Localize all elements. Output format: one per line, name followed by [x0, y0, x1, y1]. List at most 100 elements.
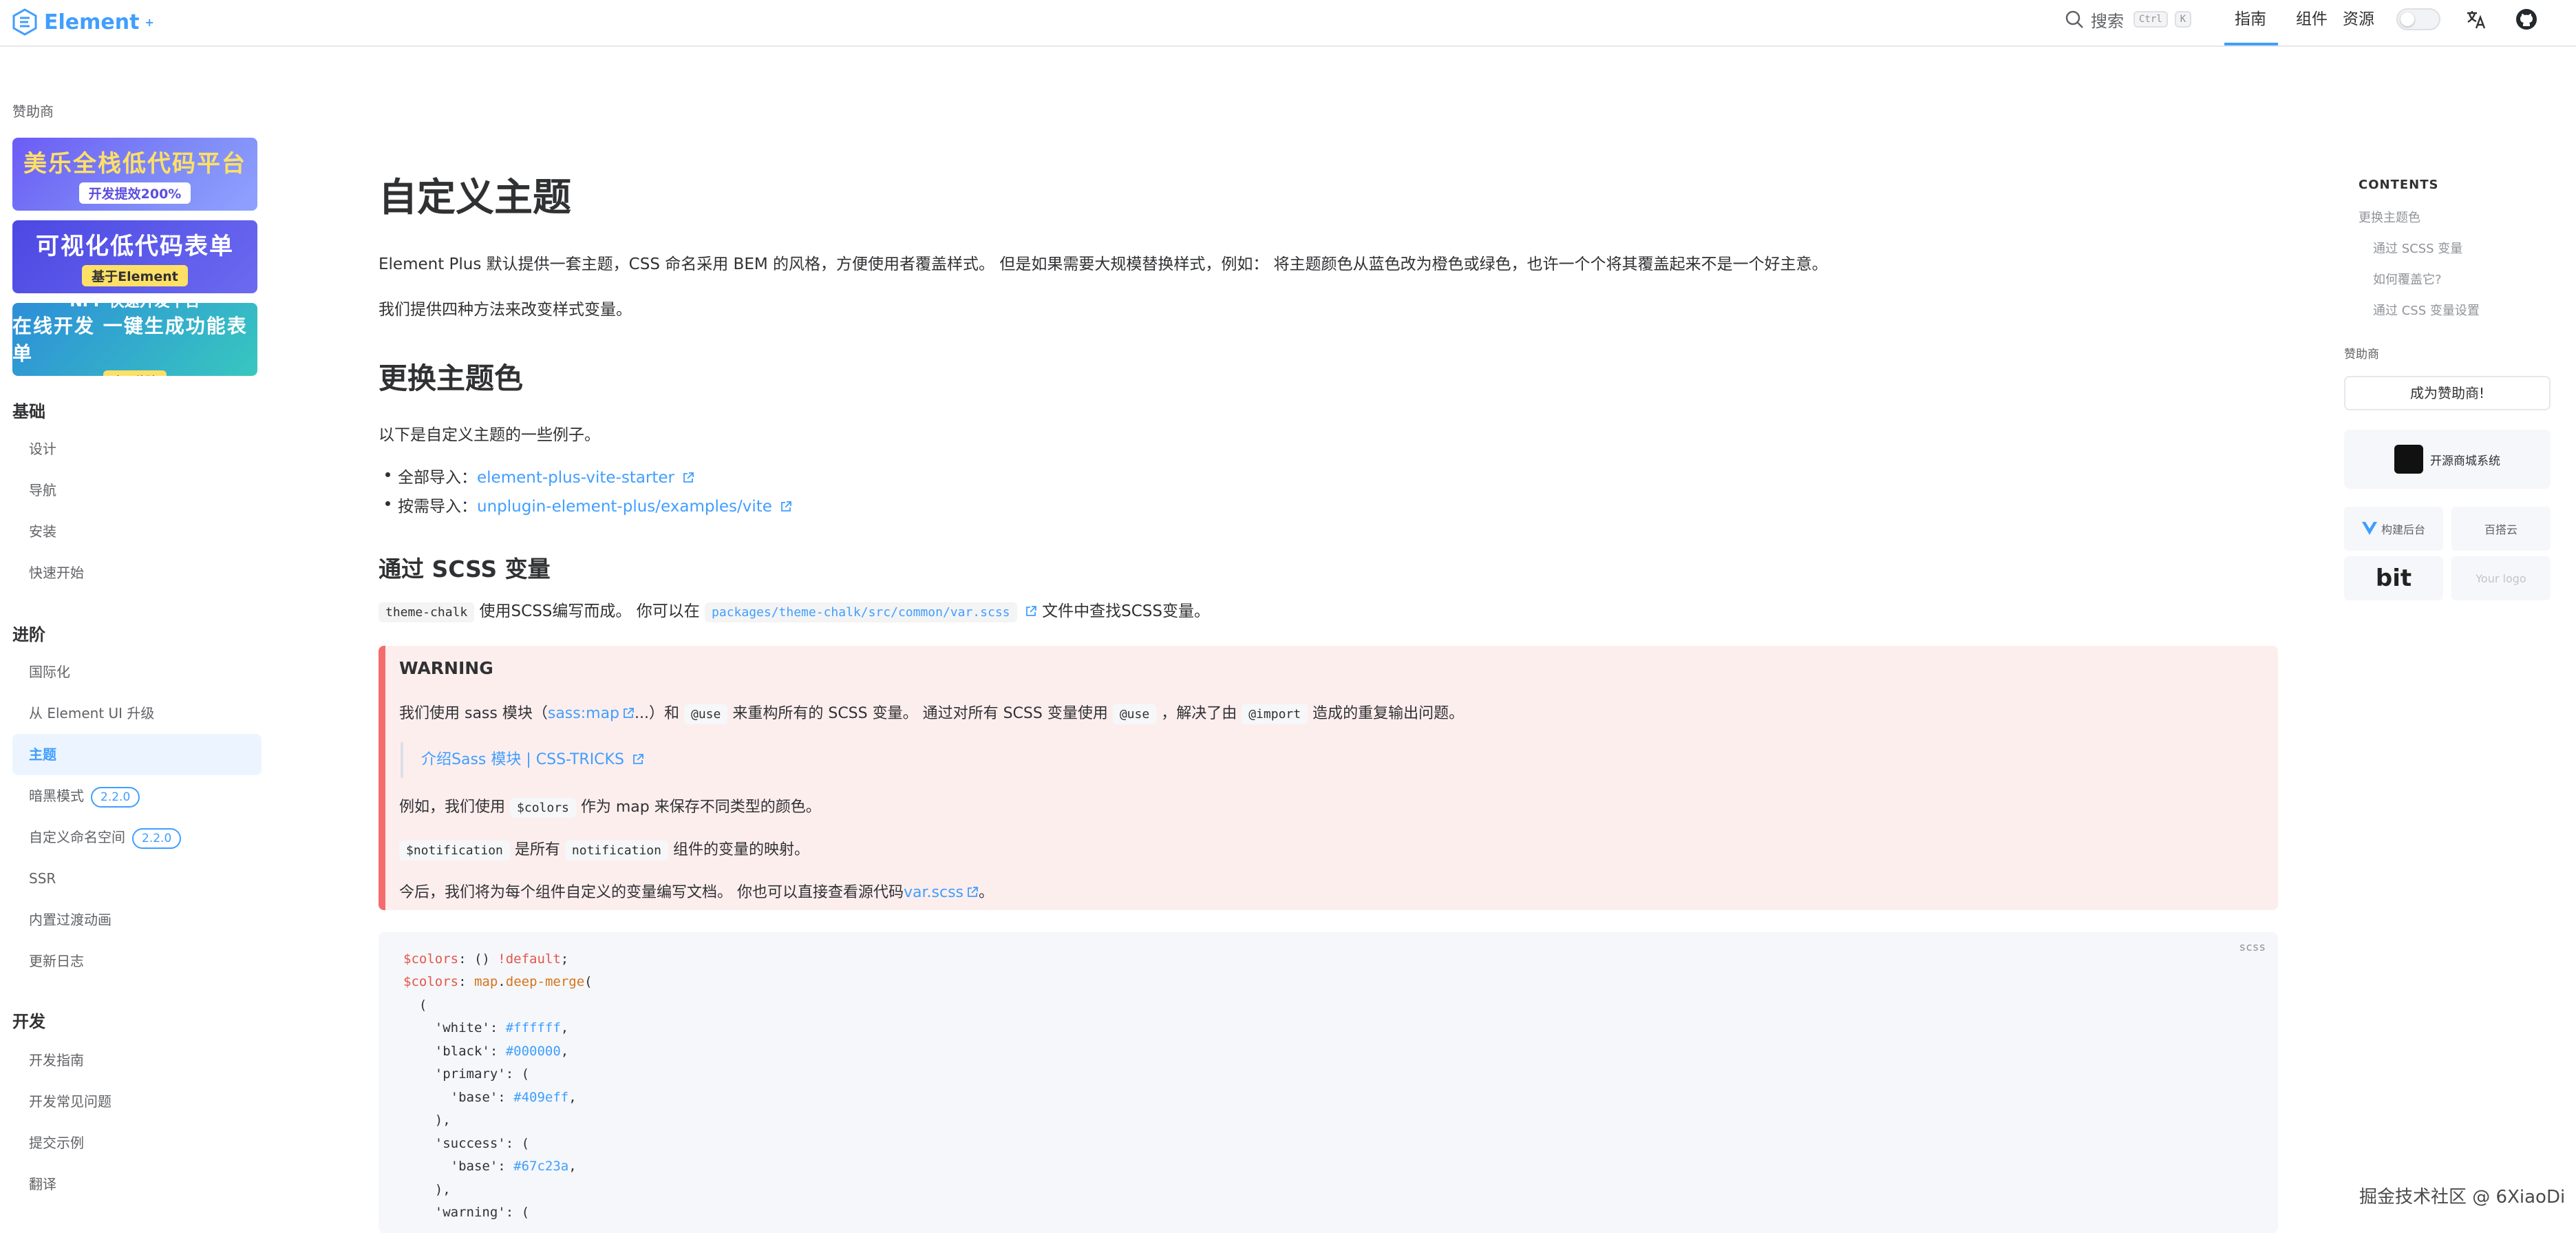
dark-mode-toggle[interactable]	[2396, 8, 2440, 30]
toc-link-override[interactable]: 如何覆盖它?	[2373, 270, 2442, 288]
warning-line-1: 我们使用 sass 模块（sass:map ...）和 @use 来重构所有的 S…	[399, 701, 1464, 724]
section-heading-change-color: 更换主题色	[379, 361, 524, 395]
translate-button[interactable]	[2462, 6, 2490, 33]
code-line: 'warning': (	[403, 1205, 530, 1220]
nav-guide[interactable]: 指南	[2235, 6, 2266, 33]
github-link[interactable]	[2513, 6, 2540, 33]
unplugin-link[interactable]: unplugin-element-plus/examples/vite	[477, 498, 772, 516]
sidebar-item-quickstart[interactable]: 快速开始	[12, 552, 262, 593]
sidebar-item-ssr[interactable]: SSR	[12, 858, 262, 899]
scss-text-2: 文件中查找SCSS变量。	[1042, 602, 1210, 620]
sidebar-item-i18n[interactable]: 国际化	[12, 651, 262, 693]
sidebar-sponsor-label: 赞助商	[12, 103, 54, 120]
nav-active-indicator	[2224, 43, 2278, 45]
sidebar-item-upgrade[interactable]: 从 Element UI 升级	[12, 693, 262, 734]
text: 来重构所有的 SCSS 变量。 通过对所有 SCSS 变量使用	[732, 705, 1108, 722]
inline-code: theme-chalk	[379, 602, 475, 622]
sidebar-item-namespace-label: 自定义命名空间	[29, 829, 125, 845]
text: 是所有	[514, 841, 560, 858]
section-heading-scss: 通过 SCSS 变量	[379, 556, 551, 582]
external-link-icon	[633, 754, 643, 764]
group-title-dev: 开发	[12, 1012, 45, 1031]
search-label: 搜索	[2091, 11, 2124, 31]
search-icon	[2065, 10, 2083, 28]
sidebar-item-design[interactable]: 设计	[12, 428, 262, 470]
list-item: 按需导入：unplugin-element-plus/examples/vite	[385, 493, 792, 516]
external-link-icon	[968, 887, 978, 897]
sidebar-item-dev-guide[interactable]: 开发指南	[12, 1040, 262, 1081]
sponsor-mini-card[interactable]: bit	[2344, 556, 2443, 600]
vue-icon	[2361, 522, 2377, 535]
page-title: 自定义主题	[379, 176, 571, 220]
logo-text: Element	[44, 10, 140, 34]
sidebar-item-changelog[interactable]: 更新日志	[12, 940, 262, 982]
external-link-icon	[683, 472, 694, 483]
intro-paragraph: Element Plus 默认提供一套主题，CSS 命名采用 BEM 的风格，方…	[379, 255, 1828, 273]
sponsor-logo	[2394, 445, 2423, 474]
sponsor-mini-card[interactable]: 构建后台	[2344, 507, 2443, 551]
code-lang-label: scss	[2239, 940, 2266, 953]
toc-link-css-vars[interactable]: 通过 CSS 变量设置	[2373, 301, 2480, 319]
toc-link-scss[interactable]: 通过 SCSS 变量	[2373, 239, 2462, 257]
sponsor-banner-2[interactable]: 可视化低代码表单 基于Element	[12, 220, 257, 293]
inline-code: @use	[1112, 704, 1157, 724]
sponsor-card-label: 开源商城系统	[2430, 454, 2500, 468]
text: 例如，我们使用	[399, 799, 506, 816]
sponsor-banner-3[interactable]: NPF 快速开发平台 在线开发 一键生成功能表单 立即体验	[12, 303, 257, 376]
sidebar-item-dark-mode[interactable]: 暗黑模式 2.2.0	[12, 775, 262, 816]
logo-plus: +	[145, 15, 154, 29]
inline-code: $colors	[510, 798, 576, 818]
top-navbar: Element + 搜索 Ctrl K 指南 组件 资源	[0, 0, 2576, 47]
become-sponsor-button[interactable]: 成为赞助商!	[2344, 376, 2551, 410]
inline-code: @use	[684, 704, 728, 724]
code-line: ),	[403, 1113, 451, 1128]
var-scss-link[interactable]: var.scss	[904, 884, 964, 901]
toc-link-change-color[interactable]: 更换主题色	[2359, 208, 2420, 226]
nav-component[interactable]: 组件	[2296, 6, 2328, 33]
sidebar-item-install[interactable]: 安装	[12, 511, 262, 552]
sponsor-banner-1[interactable]: 美乐全栈低代码平台 开发提效200%	[12, 138, 257, 211]
element-logo-icon	[12, 8, 37, 36]
warning-line-3: 例如，我们使用 $colors 作为 map 来保存不同类型的颜色。	[399, 794, 821, 818]
sidebar-item-transitions[interactable]: 内置过渡动画	[12, 899, 262, 940]
var-scss-path-link[interactable]: packages/theme-chalk/src/common/var.scss	[705, 602, 1017, 622]
code-line: $colors: () !default;	[403, 951, 569, 967]
sass-map-link[interactable]: sass:map	[548, 705, 619, 722]
sponsor-card[interactable]: 开源商城系统	[2344, 430, 2551, 489]
css-tricks-link[interactable]: 介绍Sass 模块 | CSS-TRICKS	[421, 751, 624, 768]
bullet-prefix: 全部导入：	[398, 469, 477, 487]
bullet-prefix: 按需导入：	[398, 498, 477, 516]
sidebar-item-theme[interactable]: 主题	[12, 734, 262, 775]
list-item: 全部导入：element-plus-vite-starter	[385, 464, 694, 487]
group-title-basic: 基础	[12, 402, 45, 421]
code-line: 'primary': (	[403, 1066, 530, 1082]
inline-code: @import	[1242, 704, 1308, 724]
group-title-advanced: 进阶	[12, 625, 45, 644]
sidebar-item-translate[interactable]: 翻译	[12, 1163, 262, 1205]
kbd-ctrl: Ctrl	[2133, 11, 2168, 28]
sidebar-item-namespace[interactable]: 自定义命名空间 2.2.0	[12, 816, 262, 858]
sidebar-item-nav[interactable]: 导航	[12, 470, 262, 511]
sponsor-mini-card[interactable]: Your logo	[2451, 556, 2551, 600]
sidebar-item-dev-faq[interactable]: 开发常见问题	[12, 1081, 262, 1122]
banner-2-title: 可视化低代码表单	[36, 233, 234, 260]
scss-paragraph: theme-chalk 使用SCSS编写而成。 你可以在 packages/th…	[379, 598, 1210, 622]
text: ，解决了由	[1161, 705, 1237, 722]
inline-code: notification	[564, 841, 668, 861]
banner-1-title: 美乐全栈低代码平台	[23, 150, 246, 178]
sidebar-item-contribute-example[interactable]: 提交示例	[12, 1122, 262, 1163]
examples-intro: 以下是自定义主题的一些例子。	[379, 426, 600, 444]
banner-2-tag: 基于Element	[82, 265, 188, 286]
starter-link[interactable]: element-plus-vite-starter	[477, 469, 674, 487]
banner-3-tag: 立即体验	[103, 370, 167, 376]
element-logo[interactable]: Element +	[11, 6, 154, 39]
sponsor-mini-card[interactable]: 百搭云	[2451, 507, 2551, 551]
code-line: 'black': #000000,	[403, 1044, 569, 1059]
code-block[interactable]: scss $colors: () !default; $colors: map.…	[379, 932, 2278, 1233]
nav-resource[interactable]: 资源	[2343, 6, 2374, 33]
intro-paragraph-2: 我们提供四种方法来改变样式变量。	[379, 301, 632, 319]
text: ...）和	[635, 705, 679, 722]
mini-card-label: 百搭云	[2484, 523, 2518, 536]
search-button[interactable]: 搜索 Ctrl K	[2063, 4, 2192, 34]
kbd-k: K	[2174, 11, 2192, 28]
